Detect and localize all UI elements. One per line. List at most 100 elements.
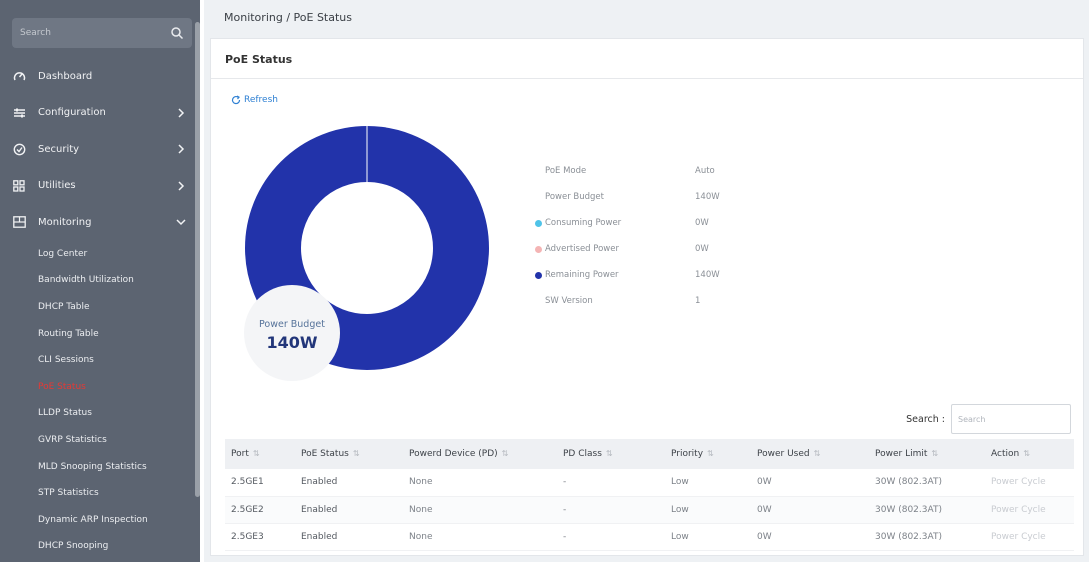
info-row: Remaining Power 140W: [535, 270, 720, 296]
chevron-right-icon: [178, 107, 185, 118]
column-header-label: Power Limit: [875, 449, 928, 459]
column-header[interactable]: Power Used ⇅: [751, 439, 869, 469]
column-header-label: Powerd Device (PD): [409, 449, 498, 459]
monitor-icon: [12, 215, 26, 229]
table-cell: 0W: [751, 496, 869, 524]
legend-dot-icon: [535, 219, 542, 227]
info-key-label: Advertised Power: [545, 244, 619, 254]
table-cell: 30W (802.3AT): [869, 523, 985, 551]
info-key-label: SW Version: [545, 296, 593, 306]
sidebar-subitem-dhcp-table[interactable]: DHCP Table: [0, 294, 200, 321]
table-row: 2.5GE2 Enabled None - Low 0W 30W (802.3AT) Powe…: [225, 496, 1074, 524]
sort-icon[interactable]: ⇅: [931, 449, 938, 458]
info-row: Advertised Power 0W: [535, 244, 720, 270]
sidebar-subitem-poe-status[interactable]: PoE Status: [0, 373, 200, 400]
sidebar-item-label: Monitoring: [38, 216, 92, 228]
search-icon[interactable]: [170, 25, 184, 40]
column-header-label: Power Used: [757, 449, 810, 459]
column-header[interactable]: Port ⇅: [225, 439, 295, 469]
sidebar-subitem-routing-table[interactable]: Routing Table: [0, 320, 200, 347]
chevron-right-icon: [178, 144, 185, 154]
table-cell: -: [557, 523, 665, 551]
power-cycle-button[interactable]: Power Cycle: [985, 523, 1074, 551]
sort-icon[interactable]: ⇅: [707, 449, 714, 458]
info-key-label: PoE Mode: [545, 166, 587, 176]
column-header-label: Priority: [671, 449, 704, 459]
poe-info-list: PoE Mode Auto Power Budget 140W Consuming Po…: [535, 166, 720, 322]
sidebar-item-configuration[interactable]: Configuration: [0, 95, 200, 132]
sort-icon[interactable]: ⇅: [353, 449, 360, 458]
column-header-label: Action: [991, 449, 1020, 459]
info-row: Power Budget 140W: [535, 192, 720, 218]
info-value: 1: [695, 296, 701, 306]
column-header[interactable]: Action ⇅: [985, 439, 1074, 469]
column-header[interactable]: Powerd Device (PD) ⇅: [403, 439, 557, 469]
refresh-icon: [231, 95, 241, 105]
power-budget-badge: Power Budget 140W: [244, 285, 340, 381]
table-cell: 30W (802.3AT): [869, 469, 985, 497]
sidebar-item-dashboard[interactable]: Dashboard: [0, 58, 200, 95]
power-budget-value: 140W: [266, 333, 318, 352]
column-header[interactable]: Power Limit ⇅: [869, 439, 985, 469]
gauge-icon: [12, 69, 26, 83]
sort-icon[interactable]: ⇅: [606, 449, 613, 458]
table-cell: None: [403, 496, 557, 524]
shield-icon: [12, 142, 26, 156]
info-key: SW Version: [535, 296, 695, 306]
sidebar: Dashboard Configuration Security Utiliti…: [0, 0, 200, 562]
sidebar-search-input[interactable]: [12, 18, 192, 48]
sidebar-subitem-stp-statistics[interactable]: STP Statistics: [0, 480, 200, 507]
sidebar-subitem-lldp-status[interactable]: LLDP Status: [0, 400, 200, 427]
table-cell: 2.5GE1: [225, 469, 295, 497]
refresh-button[interactable]: Refresh: [231, 95, 278, 105]
sidebar-item-monitoring[interactable]: Monitoring: [0, 204, 200, 241]
sidebar-scrollbar[interactable]: [195, 22, 200, 497]
column-header[interactable]: PD Class ⇅: [557, 439, 665, 469]
table-search-input[interactable]: [951, 404, 1071, 434]
sidebar-item-security[interactable]: Security: [0, 131, 200, 168]
sidebar-subitem-gvrp-statistics[interactable]: GVRP Statistics: [0, 427, 200, 454]
sidebar-item-label: Utilities: [38, 180, 76, 192]
sidebar-subitem-dynamic-arp-inspection[interactable]: Dynamic ARP Inspection: [0, 506, 200, 533]
sidebar-subitem-bandwidth-utilization[interactable]: Bandwidth Utilization: [0, 267, 200, 294]
info-value: 140W: [695, 270, 720, 280]
sidebar-search: [12, 18, 192, 48]
info-value: 0W: [695, 218, 709, 228]
table-cell: Enabled: [295, 469, 403, 497]
power-cycle-button[interactable]: Power Cycle: [985, 496, 1074, 524]
column-header-label: PD Class: [563, 449, 602, 459]
sort-icon[interactable]: ⇅: [814, 449, 821, 458]
sidebar-subitem-cli-sessions[interactable]: CLI Sessions: [0, 347, 200, 374]
power-budget-label: Power Budget: [259, 319, 325, 330]
column-header[interactable]: Priority ⇅: [665, 439, 751, 469]
sidebar-subitem-mld-snooping-statistics[interactable]: MLD Snooping Statistics: [0, 453, 200, 480]
sort-icon[interactable]: ⇅: [253, 449, 260, 458]
table-body: 2.5GE1 Enabled None - Low 0W 30W (802.3AT) Powe…: [225, 469, 1074, 551]
card-title: PoE Status: [211, 39, 1083, 79]
table-header-row: Port ⇅ PoE Status ⇅ Powerd Device (PD) ⇅ PD Cl…: [225, 439, 1074, 469]
sidebar-item-utilities[interactable]: Utilities: [0, 168, 200, 205]
column-header-label: Port: [231, 449, 249, 459]
info-key-label: Power Budget: [545, 192, 604, 202]
info-row: SW Version 1: [535, 296, 720, 322]
table-cell: Enabled: [295, 496, 403, 524]
info-key: Power Budget: [535, 192, 695, 202]
power-cycle-button[interactable]: Power Cycle: [985, 469, 1074, 497]
sliders-icon: [12, 106, 26, 120]
grid-icon: [12, 179, 26, 193]
sidebar-subitem-dhcp-snooping[interactable]: DHCP Snooping: [0, 533, 200, 560]
table-cell: Low: [665, 469, 751, 497]
poe-port-table: Port ⇅ PoE Status ⇅ Powerd Device (PD) ⇅ PD Cl…: [225, 439, 1074, 551]
info-key: Advertised Power: [535, 244, 695, 254]
column-header[interactable]: PoE Status ⇅: [295, 439, 403, 469]
table-row: 2.5GE3 Enabled None - Low 0W 30W (802.3AT) Powe…: [225, 523, 1074, 551]
table-cell: None: [403, 523, 557, 551]
table-cell: 0W: [751, 469, 869, 497]
table-cell: None: [403, 469, 557, 497]
sort-icon[interactable]: ⇅: [1023, 449, 1030, 458]
info-row: PoE Mode Auto: [535, 166, 720, 192]
sort-icon[interactable]: ⇅: [502, 449, 509, 458]
info-key-label: Consuming Power: [545, 218, 622, 228]
sidebar-subitem-log-center[interactable]: Log Center: [0, 241, 200, 268]
breadcrumb: Monitoring / PoE Status: [224, 11, 352, 24]
